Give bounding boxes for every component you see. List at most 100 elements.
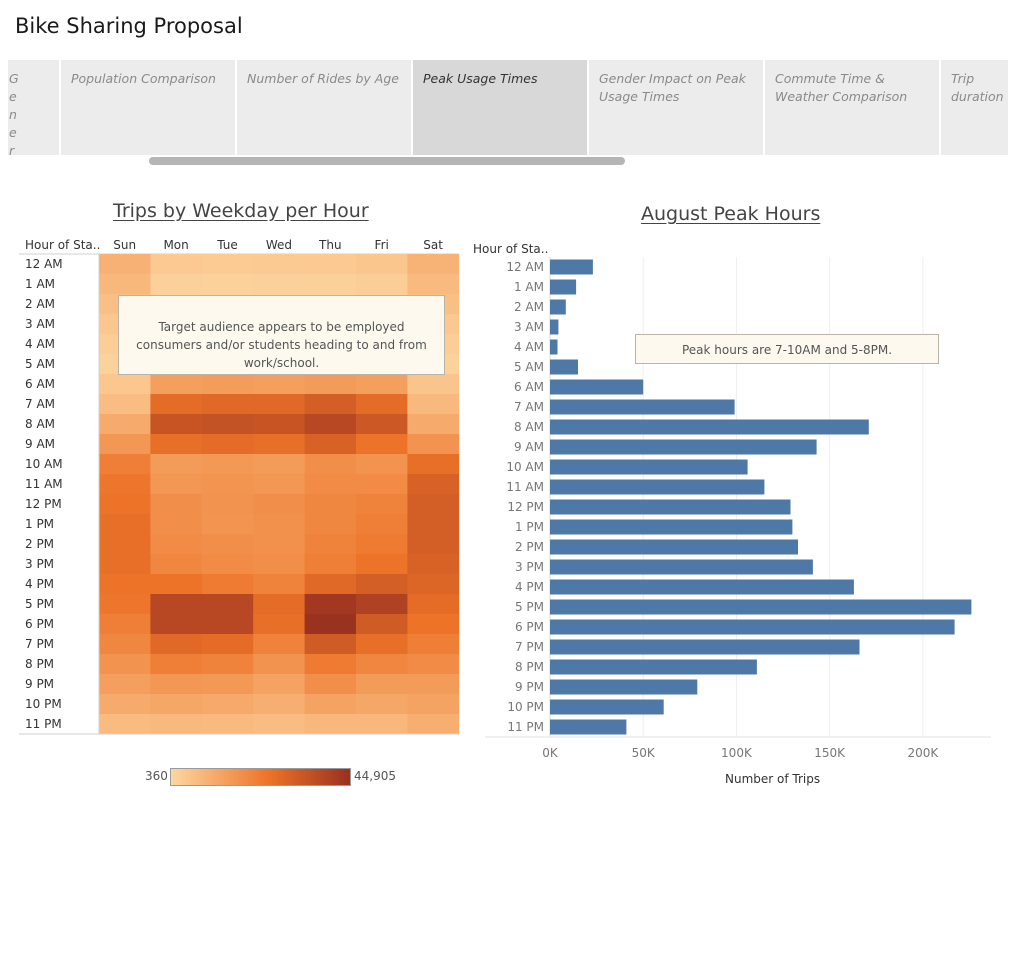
heatmap-cell[interactable]	[407, 574, 460, 595]
heatmap-cell[interactable]	[150, 534, 203, 555]
heatmap-cell[interactable]	[356, 714, 408, 735]
heatmap-cell[interactable]	[253, 454, 305, 475]
heatmap-cell[interactable]	[201, 374, 254, 395]
bar[interactable]	[550, 259, 593, 275]
heatmap-cell[interactable]	[407, 274, 460, 295]
bar[interactable]	[550, 499, 791, 515]
heatmap-cell[interactable]	[407, 414, 460, 435]
heatmap-cell[interactable]	[99, 574, 151, 595]
bar[interactable]	[550, 519, 793, 535]
heatmap-cell[interactable]	[253, 534, 305, 555]
heatmap-cell[interactable]	[356, 394, 408, 415]
heatmap-cell[interactable]	[356, 594, 408, 615]
heatmap-cell[interactable]	[253, 554, 305, 575]
heatmap-cell[interactable]	[253, 594, 305, 615]
bar[interactable]	[550, 359, 578, 375]
heatmap-cell[interactable]	[99, 634, 151, 655]
tab-2[interactable]: Number of Rides by Age	[237, 60, 411, 155]
heatmap-cell[interactable]	[356, 474, 408, 495]
bar[interactable]	[550, 299, 566, 315]
heatmap-cell[interactable]	[253, 694, 305, 715]
heatmap-cell[interactable]	[201, 694, 254, 715]
heatmap-cell[interactable]	[99, 594, 151, 615]
bar[interactable]	[550, 659, 757, 675]
heatmap-cell[interactable]	[253, 634, 305, 655]
tab-4[interactable]: Gender Impact on Peak Usage Times	[589, 60, 763, 155]
heatmap-cell[interactable]	[304, 414, 357, 435]
heatmap-cell[interactable]	[150, 374, 203, 395]
heatmap-cell[interactable]	[201, 434, 254, 455]
heatmap-cell[interactable]	[201, 514, 254, 535]
heatmap-cell[interactable]	[253, 574, 305, 595]
heatmap-cell[interactable]	[356, 374, 408, 395]
heatmap-cell[interactable]	[407, 474, 460, 495]
heatmap-cell[interactable]	[201, 254, 254, 275]
heatmap-cell[interactable]	[99, 654, 151, 675]
heatmap-cell[interactable]	[99, 254, 151, 275]
heatmap-cell[interactable]	[356, 654, 408, 675]
heatmap-cell[interactable]	[150, 254, 203, 275]
heatmap-cell[interactable]	[253, 654, 305, 675]
heatmap-cell[interactable]	[99, 274, 151, 295]
heatmap-cell[interactable]	[304, 594, 357, 615]
heatmap-cell[interactable]	[356, 274, 408, 295]
heatmap-cell[interactable]	[304, 534, 357, 555]
heatmap-cell[interactable]	[304, 494, 357, 515]
heatmap-cell[interactable]	[304, 554, 357, 575]
heatmap-cell[interactable]	[150, 494, 203, 515]
heatmap-cell[interactable]	[253, 674, 305, 695]
heatmap-cell[interactable]	[253, 494, 305, 515]
heatmap-cell[interactable]	[407, 594, 460, 615]
heatmap-cell[interactable]	[99, 554, 151, 575]
heatmap-cell[interactable]	[253, 474, 305, 495]
bar[interactable]	[550, 579, 854, 595]
heatmap-cell[interactable]	[304, 454, 357, 475]
heatmap-cell[interactable]	[304, 694, 357, 715]
heatmap-cell[interactable]	[150, 654, 203, 675]
bar[interactable]	[550, 719, 627, 735]
heatmap-cell[interactable]	[407, 454, 460, 475]
heatmap-cell[interactable]	[99, 614, 151, 635]
tab-3[interactable]: Peak Usage Times	[413, 60, 587, 155]
heatmap-cell[interactable]	[150, 694, 203, 715]
heatmap-cell[interactable]	[201, 654, 254, 675]
heatmap-cell[interactable]	[253, 254, 305, 275]
heatmap-cell[interactable]	[253, 714, 305, 735]
heatmap-cell[interactable]	[304, 254, 357, 275]
bar[interactable]	[550, 559, 813, 575]
heatmap-cell[interactable]	[356, 494, 408, 515]
heatmap-cell[interactable]	[253, 514, 305, 535]
heatmap-cell[interactable]	[201, 414, 254, 435]
heatmap-cell[interactable]	[356, 514, 408, 535]
heatmap-cell[interactable]	[150, 614, 203, 635]
heatmap-cell[interactable]	[407, 674, 460, 695]
heatmap-cell[interactable]	[407, 254, 460, 275]
heatmap-cell[interactable]	[304, 634, 357, 655]
heatmap-cell[interactable]	[201, 474, 254, 495]
heatmap-cell[interactable]	[201, 554, 254, 575]
heatmap-cell[interactable]	[150, 594, 203, 615]
heatmap-cell[interactable]	[356, 434, 408, 455]
heatmap-cell[interactable]	[99, 694, 151, 715]
heatmap-cell[interactable]	[407, 374, 460, 395]
bar[interactable]	[550, 459, 748, 475]
heatmap-cell[interactable]	[356, 254, 408, 275]
heatmap-cell[interactable]	[304, 274, 357, 295]
heatmap-cell[interactable]	[356, 634, 408, 655]
bar[interactable]	[550, 339, 558, 355]
heatmap-cell[interactable]	[407, 534, 460, 555]
bar[interactable]	[550, 279, 577, 295]
heatmap-cell[interactable]	[407, 614, 460, 635]
heatmap-cell[interactable]	[356, 674, 408, 695]
heatmap-cell[interactable]	[407, 494, 460, 515]
heatmap-cell[interactable]	[150, 634, 203, 655]
bar[interactable]	[550, 599, 972, 615]
heatmap-cell[interactable]	[407, 434, 460, 455]
heatmap-cell[interactable]	[99, 514, 151, 535]
heatmap-cell[interactable]	[201, 534, 254, 555]
heatmap-cell[interactable]	[407, 694, 460, 715]
heatmap-cell[interactable]	[356, 534, 408, 555]
heatmap-cell[interactable]	[150, 514, 203, 535]
heatmap-cell[interactable]	[201, 674, 254, 695]
heatmap-cell[interactable]	[201, 634, 254, 655]
